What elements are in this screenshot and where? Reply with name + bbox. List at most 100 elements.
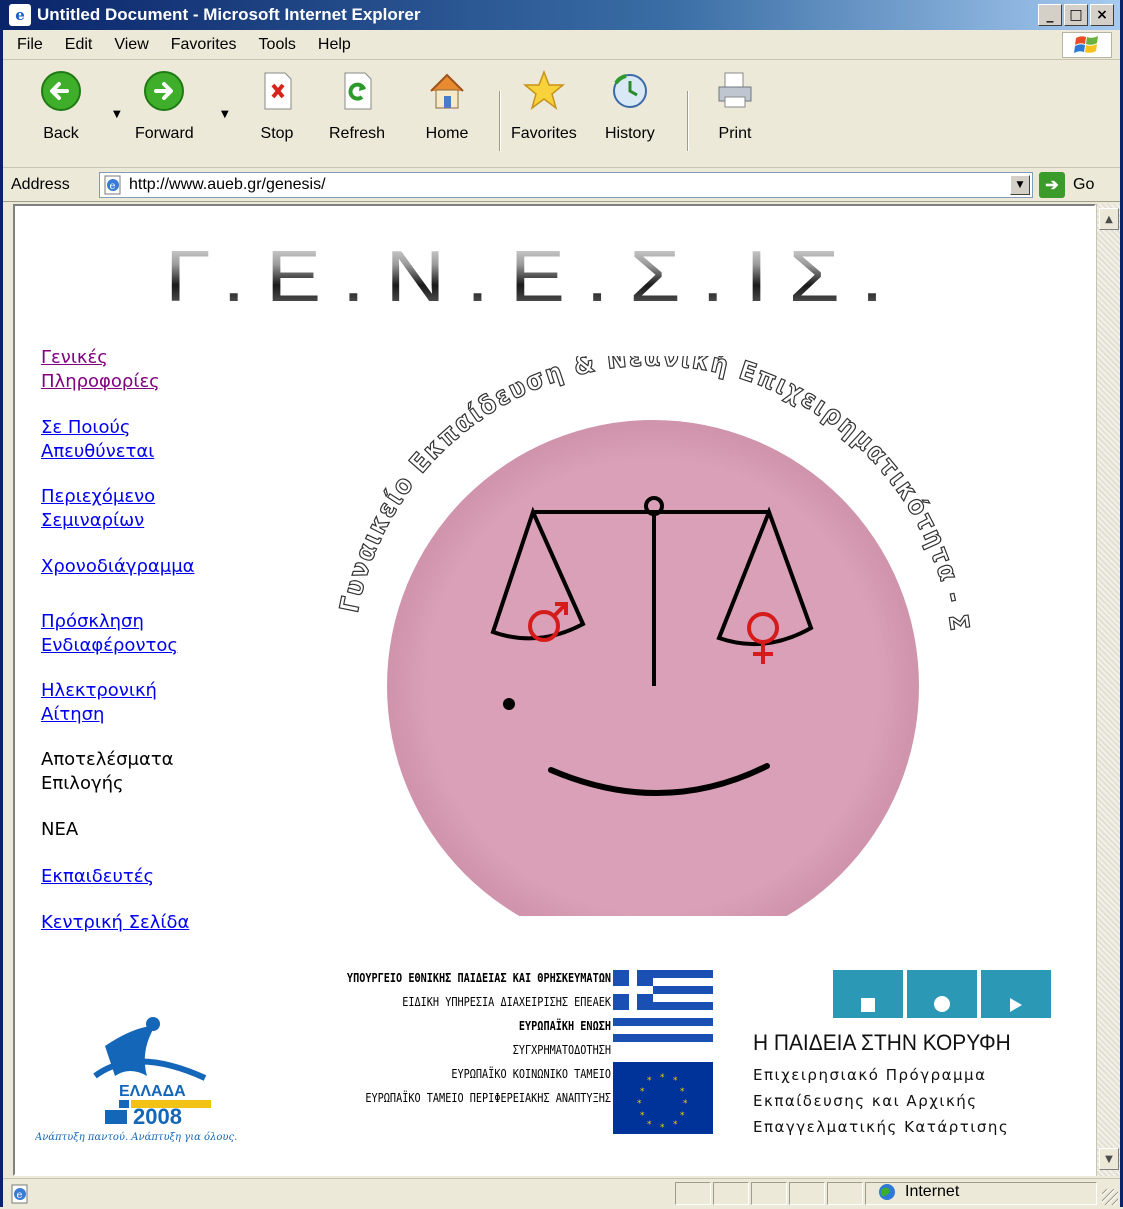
window-controls: _ □ × — [1038, 4, 1114, 26]
address-bar: Address e http://www.aueb.gr/genesis/ ▼ … — [3, 168, 1120, 202]
scroll-down-icon[interactable]: ▼ — [1099, 1148, 1119, 1170]
home-button[interactable]: Home — [425, 69, 469, 143]
address-label: Address — [11, 175, 70, 193]
nav-selection-results: Αποτελέσματα Επιλογής — [41, 749, 174, 794]
eu-flag-icon: * ** *** *** *** — [613, 1062, 713, 1134]
refresh-button[interactable]: Refresh — [329, 69, 385, 143]
refresh-icon — [335, 69, 379, 113]
status-segment — [675, 1182, 711, 1205]
favorites-label: Favorites — [511, 125, 577, 142]
nav-call-for-interest[interactable]: Πρόσκληση Ενδιαφέροντος — [41, 610, 241, 658]
nav-schedule[interactable]: Χρονοδιάγραμμα — [41, 555, 241, 579]
menu-view[interactable]: View — [110, 36, 152, 54]
paideia-subtitle-line: Επιχειρησιακό Πρόγραμμα — [753, 1066, 987, 1084]
svg-text:ΕΛΛΑΔΑ: ΕΛΛΑΔΑ — [119, 1083, 186, 1100]
menu-help[interactable]: Help — [314, 36, 355, 54]
printer-icon — [713, 69, 757, 113]
history-label: History — [605, 125, 655, 142]
print-button[interactable]: Print — [713, 69, 757, 143]
svg-text:*: * — [673, 1120, 678, 1130]
forward-dropdown-icon[interactable]: ▼ — [221, 109, 229, 120]
home-label: Home — [425, 125, 469, 142]
status-segment — [827, 1182, 863, 1205]
menu-edit[interactable]: Edit — [61, 36, 97, 54]
paideia-title: Η ΠΑΙΔΕΙΑ ΣΤΗΝ ΚΟΡΥΦΗ — [753, 1030, 1011, 1055]
back-arrow-icon — [39, 69, 83, 113]
refresh-label: Refresh — [329, 125, 386, 142]
favorites-button[interactable]: Favorites — [511, 69, 577, 143]
flags: * ** *** *** *** — [613, 970, 713, 1134]
paideia-subtitle-line: Επαγγελματικής Κατάρτισης — [753, 1118, 1010, 1136]
star-icon — [522, 69, 566, 113]
browser-window: e Untitled Document - Microsoft Internet… — [0, 0, 1123, 1207]
back-button[interactable]: Back — [39, 69, 83, 143]
svg-text:*: * — [673, 1076, 678, 1086]
page-status-icon: e — [9, 1183, 31, 1205]
vertical-scrollbar[interactable]: ▲ ▼ — [1096, 204, 1120, 1176]
minimize-button[interactable]: _ — [1038, 4, 1062, 26]
status-segment — [713, 1182, 749, 1205]
genesis-emblem: Γυναικείο Εκπαίδευση & Νεανική Επιχειρημ… — [333, 356, 973, 916]
menu-tools[interactable]: Tools — [255, 36, 300, 54]
greece-2008-logo: ΕΛΛΑΔΑ 2008 Ανάπτυξη παντού. Ανάπτυξη γι… — [34, 1006, 275, 1146]
history-button[interactable]: History — [605, 69, 655, 143]
address-url: http://www.aueb.gr/genesis/ — [129, 176, 326, 193]
svg-text:*: * — [680, 1111, 685, 1121]
home-icon — [425, 69, 469, 113]
zone-indicator[interactable]: Internet — [877, 1182, 959, 1202]
maximize-button[interactable]: □ — [1064, 4, 1088, 26]
dot — [503, 698, 515, 710]
nav-news: ΝΕΑ — [41, 819, 79, 840]
svg-text:*: * — [637, 1099, 642, 1109]
forward-button[interactable]: Forward — [135, 69, 194, 143]
nav-trainers[interactable]: Εκπαιδευτές — [41, 865, 241, 889]
forward-arrow-icon — [142, 69, 186, 113]
svg-text:*: * — [680, 1087, 685, 1097]
svg-text:*: * — [647, 1076, 652, 1086]
stop-square-icon — [833, 970, 903, 1018]
menu-bar: File Edit View Favorites Tools Help — [3, 30, 1120, 60]
back-dropdown-icon[interactable]: ▼ — [113, 109, 121, 120]
ministry-credits: ΥΠΟΥΡΓΕΙΟ ΕΘΝΙΚΗΣ ΠΑΙΔΕΙΑΣ ΚΑΙ ΘΡΗΣΚΕΥΜΑ… — [346, 971, 611, 1105]
menu-favorites[interactable]: Favorites — [167, 36, 241, 54]
nav-seminar-content[interactable]: Περιεχόμενο Σεμιναρίων — [41, 485, 241, 533]
status-bar: e Internet — [3, 1178, 1120, 1207]
globe-icon — [879, 1184, 895, 1200]
greek-flag-icon — [613, 970, 713, 1042]
window-title: Untitled Document - Microsoft Internet E… — [37, 5, 421, 24]
stop-label: Stop — [260, 125, 294, 142]
title-bar[interactable]: e Untitled Document - Microsoft Internet… — [3, 0, 1120, 30]
close-button[interactable]: × — [1090, 4, 1114, 26]
stop-button[interactable]: Stop — [255, 69, 299, 143]
page-content: Γ.Ε.Ν.Ε.Σ.ΙΣ. Γενικές Πληροφορίες Σε Ποι… — [13, 204, 1096, 1176]
svg-text:*: * — [640, 1087, 645, 1097]
nav-general-info[interactable]: Γενικές Πληροφορίες — [41, 346, 241, 394]
status-segment — [789, 1182, 825, 1205]
go-button[interactable]: ➔ Go — [1039, 172, 1094, 198]
svg-text:*: * — [660, 1123, 665, 1133]
svg-text:*: * — [647, 1120, 652, 1130]
address-dropdown-icon[interactable]: ▼ — [1010, 175, 1030, 195]
svg-text:2008: 2008 — [133, 1104, 182, 1129]
status-segment — [751, 1182, 787, 1205]
svg-text:Ανάπτυξη παντού. Ανάπτυξη για: Ανάπτυξη παντού. Ανάπτυξη για όλους. — [35, 1132, 237, 1143]
menu-file[interactable]: File — [13, 36, 47, 54]
nav-online-application[interactable]: Ηλεκτρονική Αίτηση — [41, 679, 241, 727]
play-icon — [981, 970, 1051, 1018]
svg-text:e: e — [17, 1190, 23, 1201]
resize-grip[interactable] — [1102, 1189, 1118, 1205]
dot-icon — [907, 970, 977, 1018]
svg-text:*: * — [640, 1111, 645, 1121]
scroll-up-icon[interactable]: ▲ — [1099, 208, 1119, 230]
windows-logo-icon — [1062, 32, 1112, 58]
site-title: Γ.Ε.Ν.Ε.Σ.ΙΣ. — [165, 237, 905, 317]
back-label: Back — [43, 125, 79, 142]
nav-home-page[interactable]: Κεντρική Σελίδα — [41, 911, 241, 935]
address-input[interactable]: e http://www.aueb.gr/genesis/ ▼ — [99, 172, 1033, 198]
paideia-subtitle-line: Εκπαίδευσης και Αρχικής — [753, 1092, 978, 1110]
history-icon — [608, 69, 652, 113]
stop-icon — [255, 69, 299, 113]
nav-audience[interactable]: Σε Ποιούς Απευθύνεται — [41, 416, 241, 464]
forward-label: Forward — [135, 125, 194, 142]
page-icon: e — [103, 175, 123, 195]
